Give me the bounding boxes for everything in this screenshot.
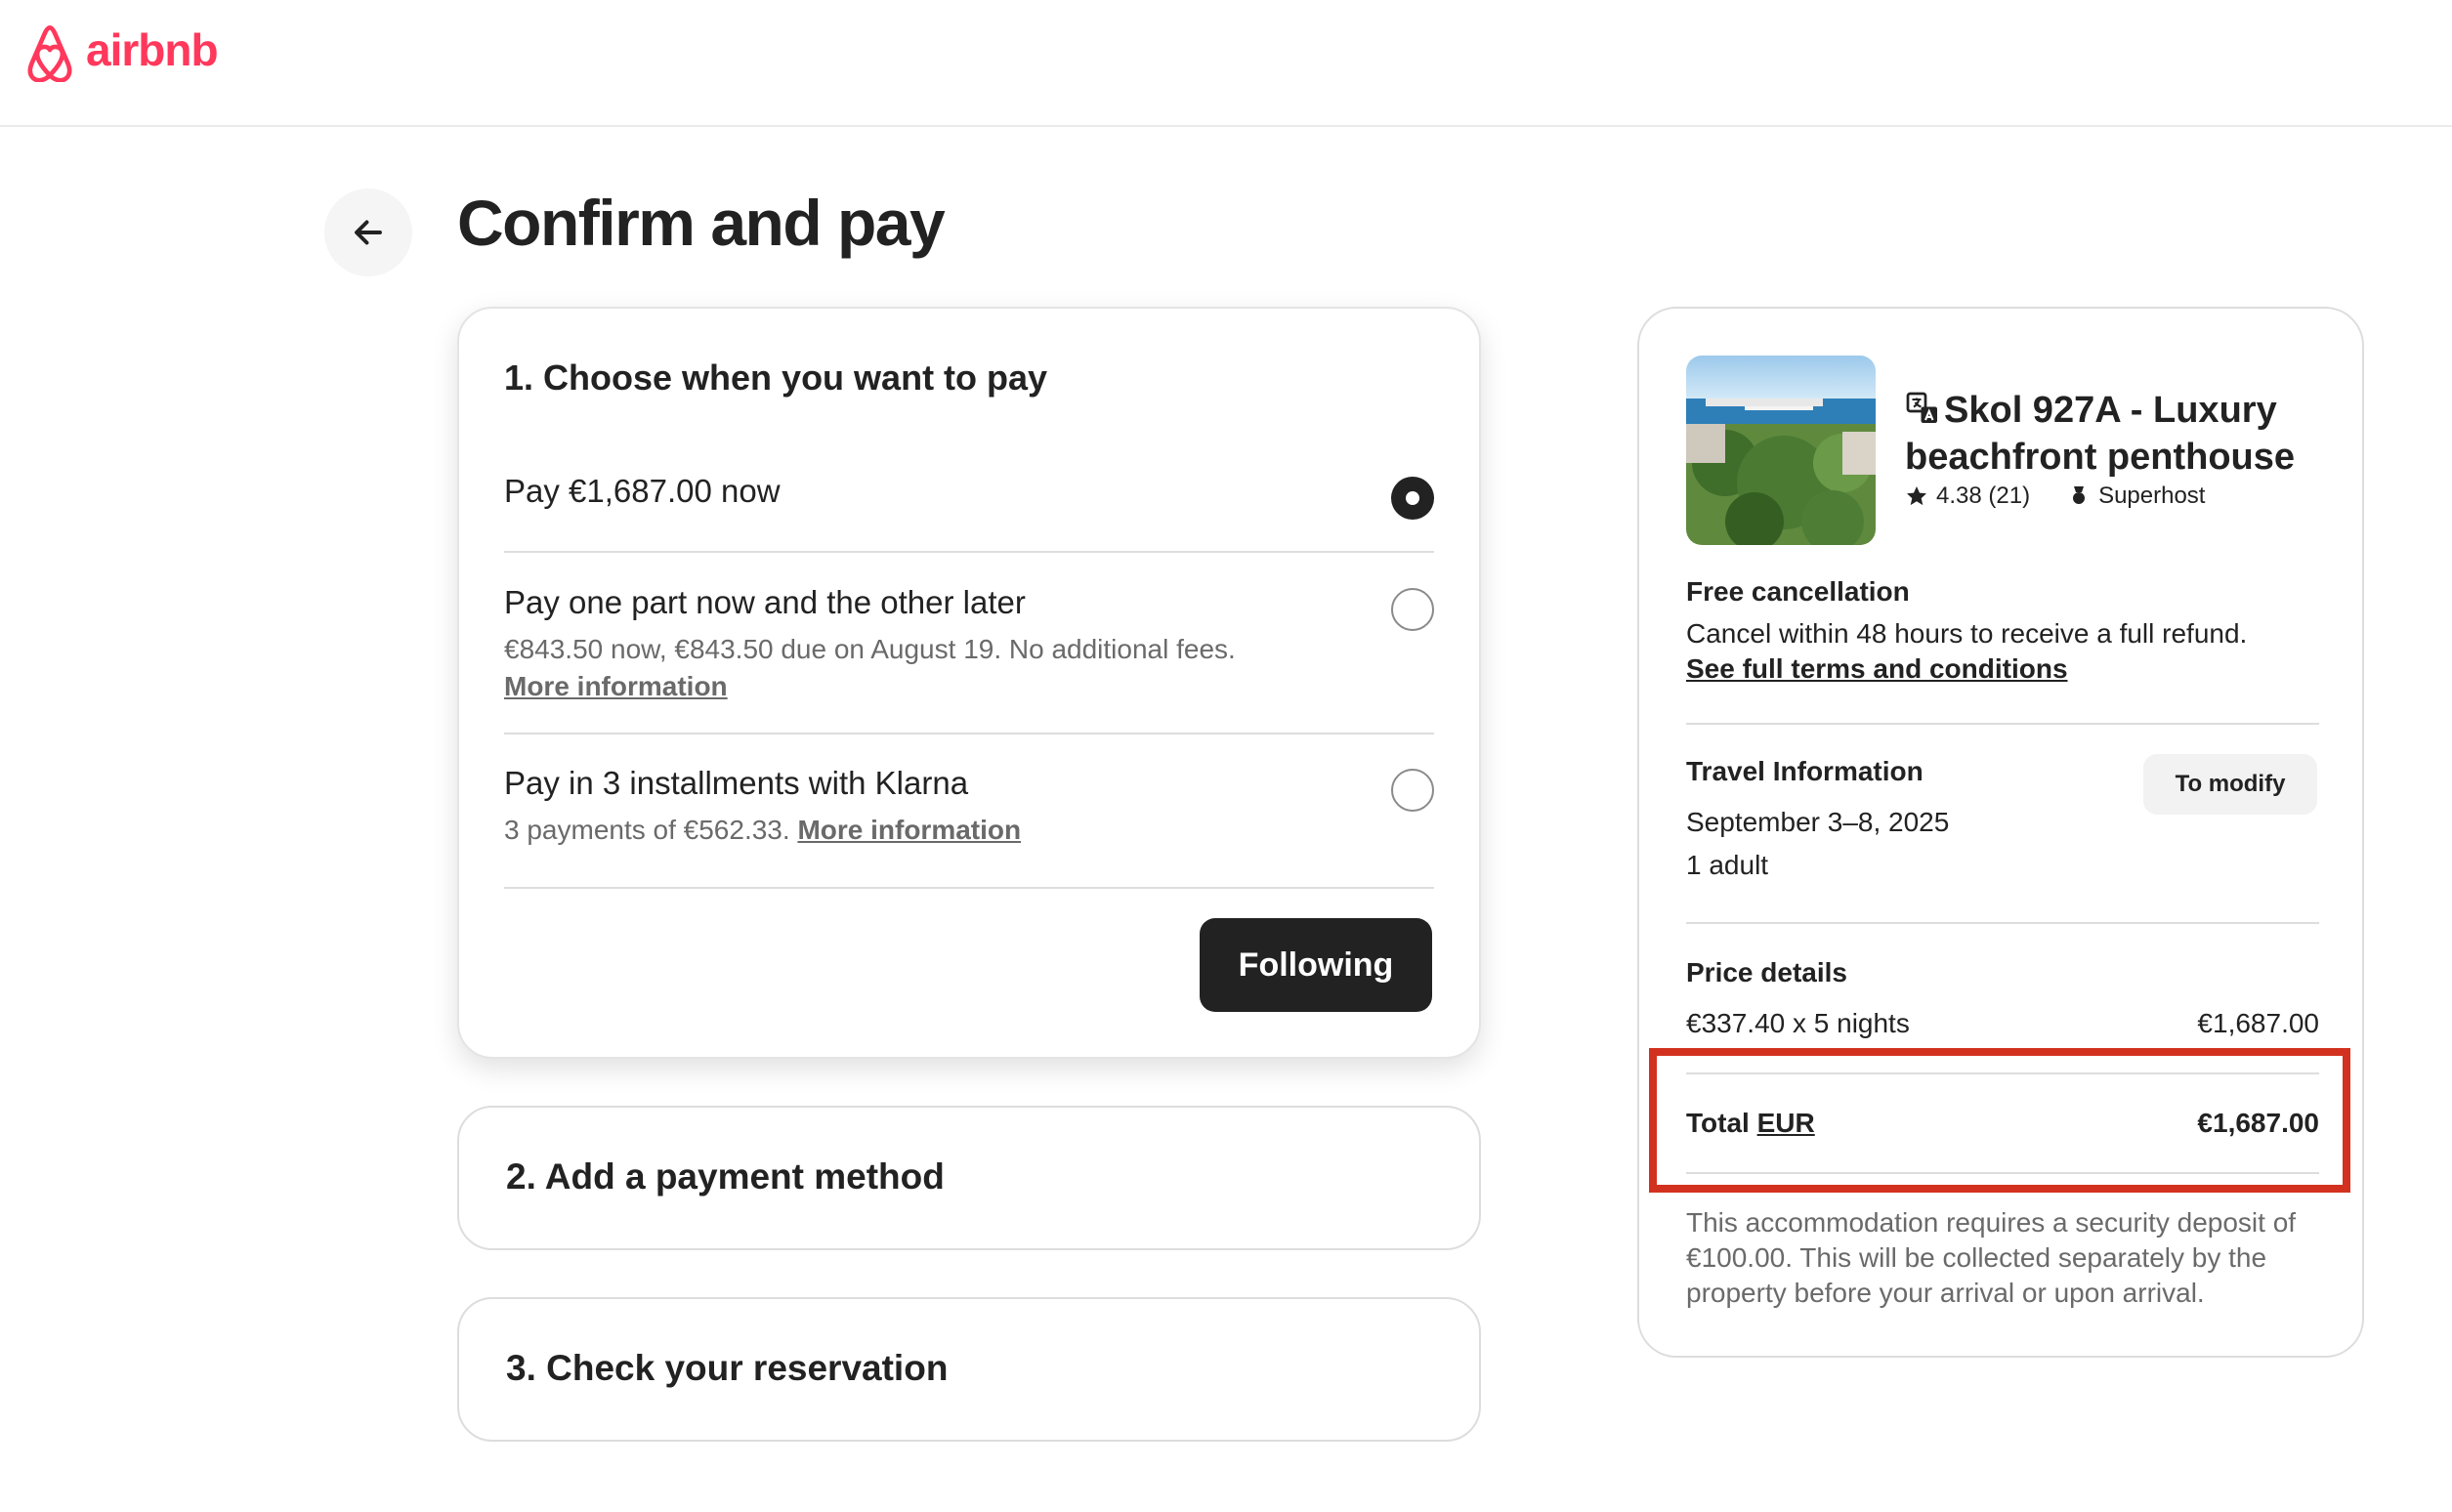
step-1-title: 1. Choose when you want to pay xyxy=(504,357,1048,398)
nightly-price-row: €337.40 x 5 nights €1,687.00 xyxy=(1686,1008,2319,1039)
superhost-badge-icon xyxy=(2073,486,2086,504)
listing-title: Skol 927A - Luxury beachfront penthouse xyxy=(1905,390,2296,478)
check-reservation-card[interactable]: 3. Check your reservation xyxy=(457,1297,1481,1442)
free-cancellation-label: Free cancellation xyxy=(1686,576,1910,607)
listing-photo-image xyxy=(1686,356,1876,545)
page-title: Confirm and pay xyxy=(457,187,946,259)
top-header: airbnb xyxy=(0,0,2452,127)
star-icon xyxy=(1907,486,1926,506)
divider xyxy=(1686,922,2319,924)
divider xyxy=(504,733,1434,735)
travel-info-label: Travel Information xyxy=(1686,756,1924,786)
payment-method-card[interactable]: 2. Add a payment method xyxy=(457,1106,1481,1250)
cancellation-text: Cancel within 48 hours to receive a full… xyxy=(1686,618,2248,649)
nightly-price-value: €1,687.00 xyxy=(2197,1008,2319,1038)
trip-guests: 1 adult xyxy=(1686,850,1769,880)
arrow-left-icon xyxy=(355,220,382,245)
price-details-label: Price details xyxy=(1686,957,1847,987)
split-more-info-link[interactable]: More information xyxy=(504,671,728,701)
pay-now-option[interactable]: Pay €1,687.00 now xyxy=(504,473,1434,527)
step-2-title: 2. Add a payment method xyxy=(506,1156,945,1197)
klarna-sub: 3 payments of €562.33. xyxy=(504,815,790,845)
divider xyxy=(504,887,1434,889)
payment-timing-card: 1. Choose when you want to pay Pay €1,68… xyxy=(457,307,1481,1059)
klarna-radio[interactable] xyxy=(1391,769,1434,812)
split-payment-details: €843.50 now, €843.50 due on August 19. N… xyxy=(504,631,1434,705)
airbnb-logo[interactable]: airbnb xyxy=(20,18,219,82)
divider xyxy=(504,551,1434,553)
pay-now-label: Pay €1,687.00 now xyxy=(504,473,781,509)
listing-photo xyxy=(1686,356,1876,545)
klarna-details: 3 payments of €562.33. More information xyxy=(504,812,1434,849)
back-button[interactable] xyxy=(324,189,412,276)
listing-meta: 4.38 (21) Superhost xyxy=(1905,483,2205,510)
full-terms-link[interactable]: See full terms and conditions xyxy=(1686,653,2068,685)
total-highlight-box xyxy=(1649,1048,2350,1193)
modify-trip-button[interactable]: To modify xyxy=(2143,754,2317,815)
listing-rating: 4.38 (21) xyxy=(1936,483,2031,509)
pay-now-radio[interactable] xyxy=(1391,477,1434,520)
split-payment-sub: €843.50 now, €843.50 due on August 19. N… xyxy=(504,634,1236,664)
brand-wordmark: airbnb xyxy=(86,24,219,75)
nightly-price-label: €337.40 x 5 nights xyxy=(1686,1008,1910,1038)
superhost-label: Superhost xyxy=(2098,483,2206,509)
security-deposit-note: This accommodation requires a security d… xyxy=(1686,1207,2297,1308)
airbnb-logo-icon xyxy=(27,25,72,82)
split-payment-option[interactable]: Pay one part now and the other later €84… xyxy=(504,584,1434,711)
klarna-more-info-link[interactable]: More information xyxy=(797,815,1021,845)
split-payment-label: Pay one part now and the other later xyxy=(504,584,1026,620)
listing-title-block: Skol 927A - Luxury beachfront penthouse xyxy=(1905,387,2335,481)
translate-icon xyxy=(1906,392,1937,423)
split-payment-radio[interactable] xyxy=(1391,588,1434,631)
trip-dates: September 3–8, 2025 xyxy=(1686,807,1950,837)
reservation-summary-card: Skol 927A - Luxury beachfront penthouse … xyxy=(1637,307,2364,1358)
klarna-option[interactable]: Pay in 3 installments with Klarna 3 paym… xyxy=(504,765,1434,853)
divider xyxy=(1686,723,2319,725)
klarna-label: Pay in 3 installments with Klarna xyxy=(504,765,969,801)
step-3-title: 3. Check your reservation xyxy=(506,1348,949,1388)
following-button[interactable]: Following xyxy=(1200,918,1432,1012)
